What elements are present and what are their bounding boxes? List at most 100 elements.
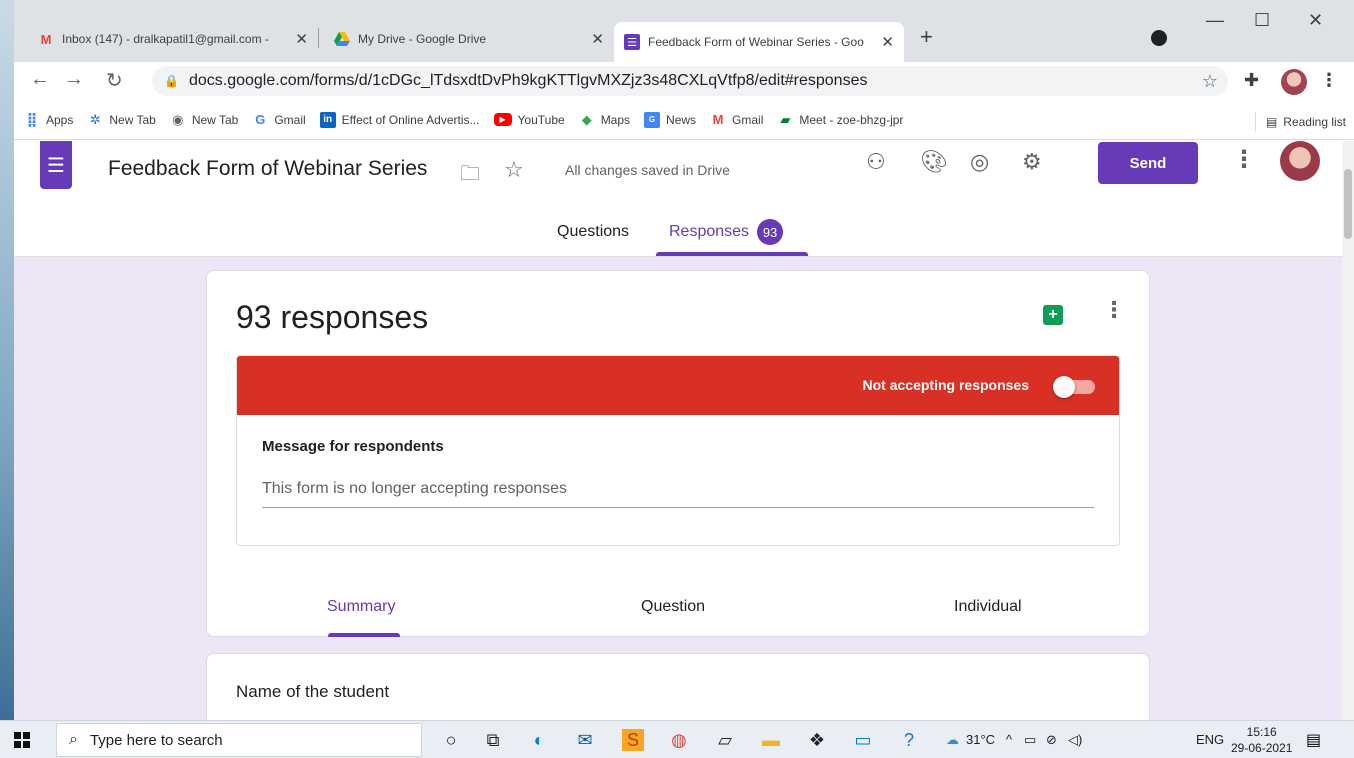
tab-forms[interactable]: ☰ Feedback Form of Webinar Series - Goo … [614, 22, 904, 62]
browser-window: M Inbox (147) - dralkapatil1@gmail.com -… [14, 0, 1354, 720]
form-title[interactable]: Feedback Form of Webinar Series [108, 157, 427, 181]
star-icon[interactable]: ☆ [504, 157, 524, 183]
minimize-button[interactable]: — [1206, 10, 1224, 31]
scrollbar-thumb[interactable] [1344, 169, 1352, 239]
subtab-question[interactable]: Question [641, 598, 705, 616]
clock-date: 29-06-2021 [1231, 741, 1293, 755]
tab-responses[interactable]: Responses 93 [669, 219, 784, 245]
close-icon[interactable]: ✕ [881, 33, 894, 51]
tab-responses-label: Responses [669, 223, 750, 241]
bookmark-label: New Tab [191, 112, 239, 127]
meet-icon: ▰ [780, 111, 791, 127]
sync-icon[interactable]: ⊘ [1046, 732, 1057, 748]
tab-drive[interactable]: My Drive - Google Drive ✕ [324, 22, 614, 56]
bookmark-gmail[interactable]: G Gmail [252, 112, 305, 128]
browser-menu-icon[interactable]: ⋮ [1320, 70, 1338, 91]
notification-icon[interactable]: ▤ [1306, 730, 1321, 750]
more-options-icon[interactable]: ⋮ [1232, 145, 1256, 174]
bookmark-linkedin[interactable]: in Effect of Online Advertis... [319, 111, 480, 128]
bookmark-youtube[interactable]: ▶ YouTube [493, 113, 565, 127]
account-avatar[interactable] [1280, 141, 1320, 181]
window-close-button[interactable]: ✕ [1308, 10, 1323, 31]
bookmark-news[interactable]: G News [644, 111, 697, 128]
bookmark-meet[interactable]: ▰ Meet - zoe-bhzg-jpr [777, 112, 903, 128]
language-indicator[interactable]: ENG [1196, 732, 1224, 747]
bookmark-label: News [666, 112, 697, 127]
windows-taskbar: ⌕ Type here to search ○ ⧉ ◐ ✉ S ◍ ▱ ▬ ❖ … [0, 720, 1354, 758]
help-icon[interactable]: ? [898, 729, 920, 751]
reload-icon[interactable]: ↻ [106, 68, 123, 93]
responses-summary-card: 93 responses + ⋮ Not accepting responses… [206, 270, 1150, 637]
task-view-icon[interactable]: ⧉ [482, 729, 504, 751]
forms-icon: ☰ [624, 34, 640, 50]
close-icon[interactable]: ✕ [295, 30, 308, 48]
accepting-toggle[interactable] [1053, 376, 1075, 398]
preview-eye-icon[interactable]: ◎ [970, 149, 989, 175]
url-text: docs.google.com/forms/d/1cDGc_lTdsxdtDvP… [188, 72, 868, 89]
profile-avatar[interactable] [1281, 69, 1307, 95]
windows-start-icon[interactable] [14, 732, 30, 748]
sheets-icon[interactable]: + [1043, 305, 1063, 325]
taskbar-search[interactable]: ⌕ Type here to search [56, 723, 422, 757]
tab-gmail[interactable]: M Inbox (147) - dralkapatil1@gmail.com -… [28, 22, 318, 56]
send-button[interactable]: Send [1098, 142, 1198, 184]
bookmark-maps[interactable]: ◆ Maps [579, 112, 630, 128]
new-tab-button[interactable]: + [920, 24, 933, 50]
tab-title: My Drive - Google Drive [358, 32, 487, 46]
close-icon[interactable]: ✕ [591, 30, 604, 48]
palette-icon[interactable]: 🎨︎ [920, 149, 948, 175]
responses-content: 93 responses + ⋮ Not accepting responses… [14, 257, 1354, 720]
tab-separator [318, 28, 319, 48]
back-icon[interactable]: ← [30, 68, 50, 91]
lock-icon: 🔒 [164, 74, 179, 88]
volume-icon[interactable]: ◁) [1068, 732, 1082, 748]
tab-questions[interactable]: Questions [557, 223, 629, 241]
maximize-button[interactable]: ☐ [1254, 10, 1270, 31]
profile-indicator-icon[interactable] [1151, 30, 1167, 46]
folder-icon[interactable]: 🗀 [460, 159, 480, 193]
laptop-icon[interactable]: ▭ [852, 729, 874, 751]
bookmark-star-icon[interactable]: ☆ [1202, 71, 1218, 92]
forward-icon[interactable]: → [64, 68, 84, 91]
subtab-individual[interactable]: Individual [954, 598, 1022, 616]
extensions-icon[interactable]: ✚ [1244, 70, 1259, 91]
mail-icon[interactable]: ✉ [574, 729, 596, 751]
edge-icon[interactable]: ◐ [528, 729, 550, 751]
dropbox-icon[interactable]: ❖ [806, 729, 828, 751]
bookmark-gmail-2[interactable]: M Gmail [710, 112, 764, 128]
search-placeholder: Type here to search [89, 731, 223, 749]
clock[interactable]: 15:16 29-06-2021 [1231, 724, 1292, 756]
tab-strip: M Inbox (147) - dralkapatil1@gmail.com -… [14, 0, 1354, 62]
bookmarks-bar: ⣿ Apps ✲ New Tab ◉ New Tab G Gmail in Ef… [14, 100, 1354, 140]
chrome-icon[interactable]: ◍ [668, 729, 690, 751]
file-explorer-icon[interactable]: ▬ [760, 729, 782, 751]
forms-logo-icon[interactable]: ☰ [40, 141, 72, 189]
page-scrollbar[interactable] [1342, 141, 1354, 720]
settings-gear-icon[interactable]: ⚙ [1022, 149, 1042, 175]
bookmark-label: Meet - zoe-bhzg-jpr [799, 112, 904, 127]
address-bar[interactable]: 🔒 docs.google.com/forms/d/1cDGc_lTdsxdtD… [152, 66, 1228, 96]
accepting-responses-label: Not accepting responses [862, 377, 1030, 393]
bookmark-new-tab[interactable]: ✲ New Tab [87, 112, 156, 128]
cortana-icon[interactable]: ○ [440, 729, 462, 751]
sublime-icon[interactable]: S [622, 729, 644, 751]
bookmark-apps[interactable]: ⣿ Apps [24, 111, 74, 128]
tab-title: Feedback Form of Webinar Series - Goo [648, 35, 864, 49]
accepting-responses-banner: Not accepting responses [237, 356, 1119, 415]
scanner-icon[interactable]: ▱ [714, 729, 736, 751]
more-options-icon[interactable]: ⋮ [1103, 297, 1125, 323]
message-label: Message for respondents [262, 438, 444, 455]
subtab-summary[interactable]: Summary [327, 598, 395, 616]
reading-list[interactable]: ▤ Reading list [1254, 112, 1346, 132]
tray-chevron-icon[interactable]: ^ [1006, 732, 1012, 747]
network-icon[interactable]: ▭ [1024, 732, 1036, 748]
bookmark-new-tab-2[interactable]: ◉ New Tab [170, 112, 238, 128]
tab-title: Inbox (147) - dralkapatil1@gmail.com - [62, 32, 269, 46]
subtab-indicator [328, 633, 400, 637]
globe-icon: ◉ [172, 111, 184, 127]
addon-puzzle-icon[interactable]: ⚇ [866, 149, 886, 175]
accepting-responses-panel: Not accepting responses Message for resp… [236, 355, 1120, 546]
active-tab-indicator [656, 252, 808, 256]
weather-temp[interactable]: 31°C [966, 732, 995, 747]
message-input[interactable]: This form is no longer accepting respons… [262, 480, 1094, 508]
